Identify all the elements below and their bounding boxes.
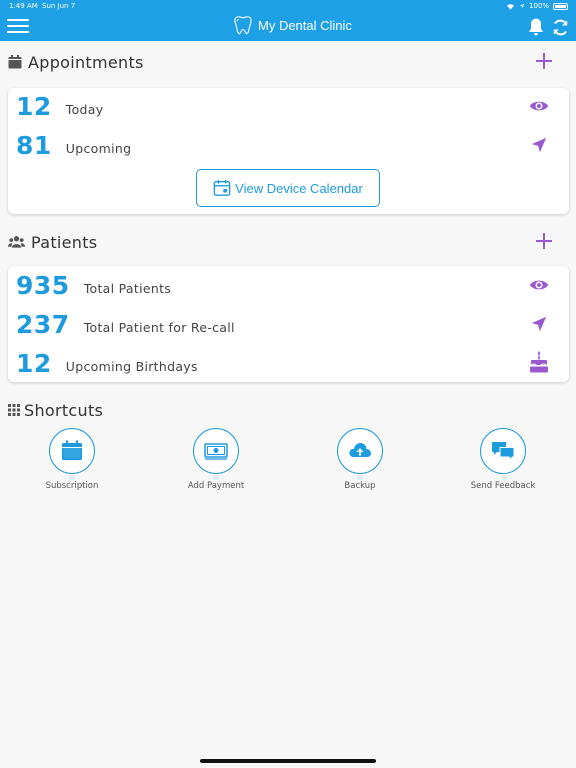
app-title: My Dental Clinic xyxy=(258,17,352,33)
birthday-cake-icon xyxy=(530,351,548,373)
view-device-calendar-label: View Device Calendar xyxy=(235,180,363,196)
money-icon xyxy=(204,443,228,460)
appointments-title: Appointments xyxy=(28,52,144,72)
status-time: 1:49 AM xyxy=(9,2,38,10)
home-indicator xyxy=(200,759,376,763)
users-icon xyxy=(8,236,25,248)
shortcut-backup[interactable]: Backup xyxy=(305,428,415,491)
shortcut-subscription-label: Subscription xyxy=(45,481,99,491)
patients-title: Patients xyxy=(31,232,98,252)
appointments-header: Appointments xyxy=(8,47,568,77)
total-patients-label: Total Patients xyxy=(83,280,172,296)
wifi-icon xyxy=(506,3,514,10)
today-label: Today xyxy=(65,101,104,117)
send-icon xyxy=(531,316,547,332)
calendar-icon xyxy=(62,440,82,460)
send-icon xyxy=(531,137,547,153)
upcoming-label: Upcoming xyxy=(65,140,132,156)
total-patients-row[interactable]: 935 Total Patients xyxy=(16,268,559,302)
birthdays-label: Upcoming Birthdays xyxy=(65,358,198,374)
status-indicators: 100% xyxy=(506,2,568,10)
today-count: 12 xyxy=(16,91,52,121)
shortcut-add-payment[interactable]: Add Payment xyxy=(161,428,271,491)
recall-patients-label: Total Patient for Re-call xyxy=(83,319,235,335)
appointments-today-row[interactable]: 12 Today xyxy=(16,89,559,123)
status-date: Sun Jun 7 xyxy=(42,2,76,10)
shortcut-add-payment-label: Add Payment xyxy=(187,481,245,491)
sync-icon xyxy=(553,19,568,36)
shortcut-send-feedback-circle xyxy=(480,428,526,474)
shortcut-backup-label: Backup xyxy=(344,481,376,491)
bell-icon xyxy=(528,18,544,36)
notifications-button[interactable] xyxy=(526,17,546,37)
shortcuts-header: Shortcuts xyxy=(8,395,568,425)
recall-patients-count: 237 xyxy=(16,309,70,339)
menu-button[interactable] xyxy=(7,19,29,35)
upcoming-count: 81 xyxy=(16,130,52,160)
add-appointment-button[interactable] xyxy=(534,51,554,71)
cloud-upload-icon xyxy=(349,443,371,457)
battery-percent: 100% xyxy=(528,2,549,10)
shortcut-subscription-circle xyxy=(49,428,95,474)
shortcut-backup-circle xyxy=(337,428,383,474)
patients-header: Patients xyxy=(8,227,568,257)
location-arrow-icon xyxy=(519,3,525,9)
grid-icon xyxy=(8,404,20,416)
hamburger-icon xyxy=(7,19,29,21)
shortcuts-title: Shortcuts xyxy=(24,400,104,420)
battery-icon xyxy=(553,2,568,10)
upcoming-birthdays-row[interactable]: 12 Upcoming Birthdays xyxy=(16,346,559,380)
recall-patients-row[interactable]: 237 Total Patient for Re-call xyxy=(16,307,559,341)
sync-button[interactable] xyxy=(551,18,570,37)
appointments-upcoming-row[interactable]: 81 Upcoming xyxy=(16,128,559,162)
calendar-icon xyxy=(8,55,22,69)
birthdays-count: 12 xyxy=(16,348,52,378)
app-logo: My Dental Clinic xyxy=(232,14,352,36)
eye-icon xyxy=(529,101,549,111)
eye-icon xyxy=(529,280,549,290)
total-patients-count: 935 xyxy=(16,270,70,300)
shortcut-send-feedback[interactable]: Send Feedback xyxy=(448,428,558,491)
app-header: 1:49 AM Sun Jun 7 100% My Dental Clinic xyxy=(0,0,576,41)
shortcut-add-payment-circle xyxy=(193,428,239,474)
patients-card: 935 Total Patients 237 Total Patient for… xyxy=(8,266,569,382)
shortcut-subscription[interactable]: Subscription xyxy=(17,428,127,491)
shortcut-send-feedback-label: Send Feedback xyxy=(470,481,536,491)
tooth-icon xyxy=(234,16,252,35)
calendar-icon xyxy=(213,179,231,196)
appointments-card: 12 Today 81 Upcoming View Device Calenda… xyxy=(8,88,569,214)
chat-bubbles-icon xyxy=(492,442,515,462)
add-patient-button[interactable] xyxy=(534,231,554,251)
view-device-calendar-button[interactable]: View Device Calendar xyxy=(196,169,380,207)
